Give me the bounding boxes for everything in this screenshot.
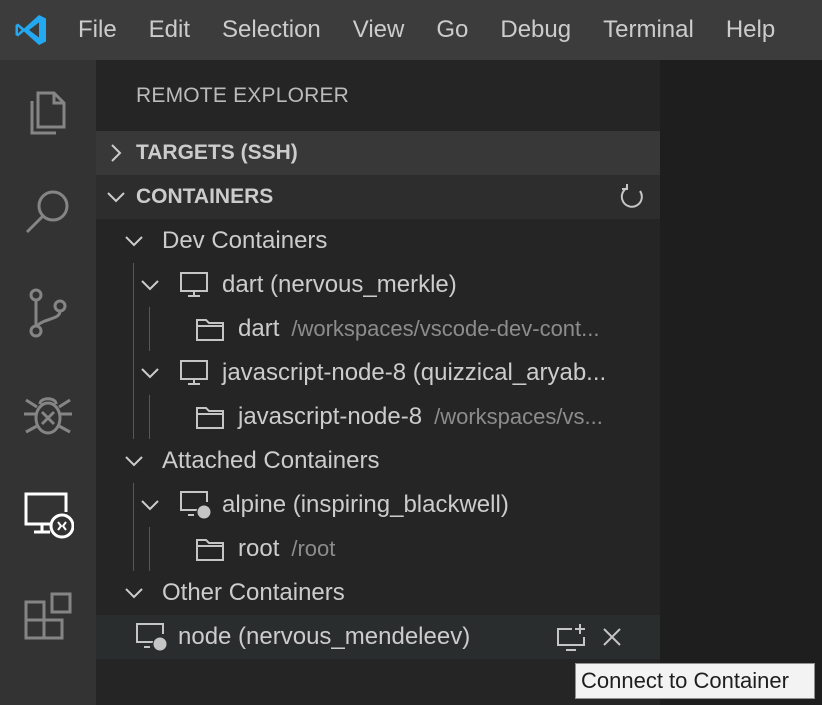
tree-label: dart (nervous_merkle) — [222, 271, 457, 298]
tree-label: Attached Containers — [162, 447, 380, 474]
tree-label: javascript-node-8 (quizzical_aryab... — [222, 359, 607, 386]
tree-item-dev-containers[interactable]: Dev Containers — [96, 219, 660, 263]
tree-item-root-folder[interactable]: root/root — [96, 527, 660, 571]
tree-label: Other Containers — [162, 579, 345, 606]
chevron-down-icon — [125, 456, 143, 467]
sidebar-title: REMOTE EXPLORER — [136, 84, 350, 107]
menu-help[interactable]: Help — [710, 0, 791, 60]
vscode-logo-icon — [0, 0, 62, 60]
section-containers[interactable]: CONTAINERS — [96, 175, 660, 219]
menu-go[interactable]: Go — [420, 0, 484, 60]
tree-item-other-containers[interactable]: Other Containers — [96, 571, 660, 615]
debug-icon[interactable] — [0, 363, 96, 464]
tree-label: javascript-node-8/workspaces/vs... — [238, 395, 603, 439]
tree-item-alpine-container[interactable]: alpine (inspiring_blackwell) — [96, 483, 660, 527]
folder-icon — [196, 539, 224, 561]
running-container-icon — [180, 491, 212, 520]
tree-item-node-container[interactable]: node (nervous_mendeleev) — [96, 615, 660, 659]
section-targets[interactable]: TARGETS (SSH) — [96, 131, 660, 175]
menu-debug[interactable]: Debug — [484, 0, 587, 60]
tree-label: node (nervous_mendeleev) — [178, 623, 471, 650]
extensions-icon[interactable] — [0, 565, 96, 666]
search-icon[interactable] — [0, 161, 96, 262]
refresh-icon[interactable] — [618, 183, 646, 211]
editor-area — [660, 60, 822, 705]
stopped-container-icon — [136, 623, 168, 652]
chevron-down-icon — [125, 236, 143, 247]
menu-file[interactable]: File — [62, 0, 133, 60]
tooltip: Connect to Container — [575, 663, 815, 699]
tree-item-js-folder[interactable]: javascript-node-8/workspaces/vs... — [96, 395, 660, 439]
tree-label: dart/workspaces/vscode-dev-cont... — [238, 307, 600, 351]
menu-edit[interactable]: Edit — [133, 0, 206, 60]
folder-path: /root — [291, 536, 336, 561]
menu-terminal[interactable]: Terminal — [587, 0, 710, 60]
source-control-icon[interactable] — [0, 262, 96, 363]
tree-label: alpine (inspiring_blackwell) — [222, 491, 509, 518]
chevron-down-icon — [107, 192, 125, 203]
chevron-down-icon — [141, 280, 159, 291]
menu-selection[interactable]: Selection — [206, 0, 337, 60]
monitor-icon — [180, 272, 208, 297]
menu-view[interactable]: View — [337, 0, 421, 60]
chevron-down-icon — [141, 368, 159, 379]
folder-name: dart — [238, 315, 280, 342]
tree-item-dart-folder[interactable]: dart/workspaces/vscode-dev-cont... — [96, 307, 660, 351]
monitor-icon — [180, 360, 208, 385]
folder-name: root — [238, 535, 280, 562]
menu-bar: File Edit Selection View Go Debug Termin… — [0, 0, 822, 60]
remote-explorer-sidebar: REMOTE EXPLORER TARGETS (SSH) CONTAINERS… — [96, 60, 660, 705]
folder-icon — [196, 319, 224, 341]
folder-name: javascript-node-8 — [238, 403, 423, 430]
tree-item-dart-container[interactable]: dart (nervous_merkle) — [96, 263, 660, 307]
tree-label: root/root — [238, 527, 335, 571]
connect-to-container-icon[interactable] — [556, 623, 588, 653]
section-containers-label: CONTAINERS — [136, 185, 274, 208]
section-targets-label: TARGETS (SSH) — [136, 141, 298, 164]
files-icon[interactable] — [0, 60, 96, 161]
chevron-right-icon — [111, 144, 122, 162]
folder-icon — [196, 407, 224, 429]
folder-path: /workspaces/vs... — [434, 404, 603, 429]
chevron-down-icon — [125, 588, 143, 599]
tree-label: Dev Containers — [162, 227, 328, 254]
activity-bar — [0, 60, 96, 705]
close-icon[interactable] — [602, 627, 622, 647]
tree-item-attached-containers[interactable]: Attached Containers — [96, 439, 660, 483]
remote-explorer-icon[interactable] — [0, 464, 96, 565]
folder-path: /workspaces/vscode-dev-cont... — [291, 316, 600, 341]
chevron-down-icon — [141, 500, 159, 511]
tree-item-js-container[interactable]: javascript-node-8 (quizzical_aryab... — [96, 351, 660, 395]
